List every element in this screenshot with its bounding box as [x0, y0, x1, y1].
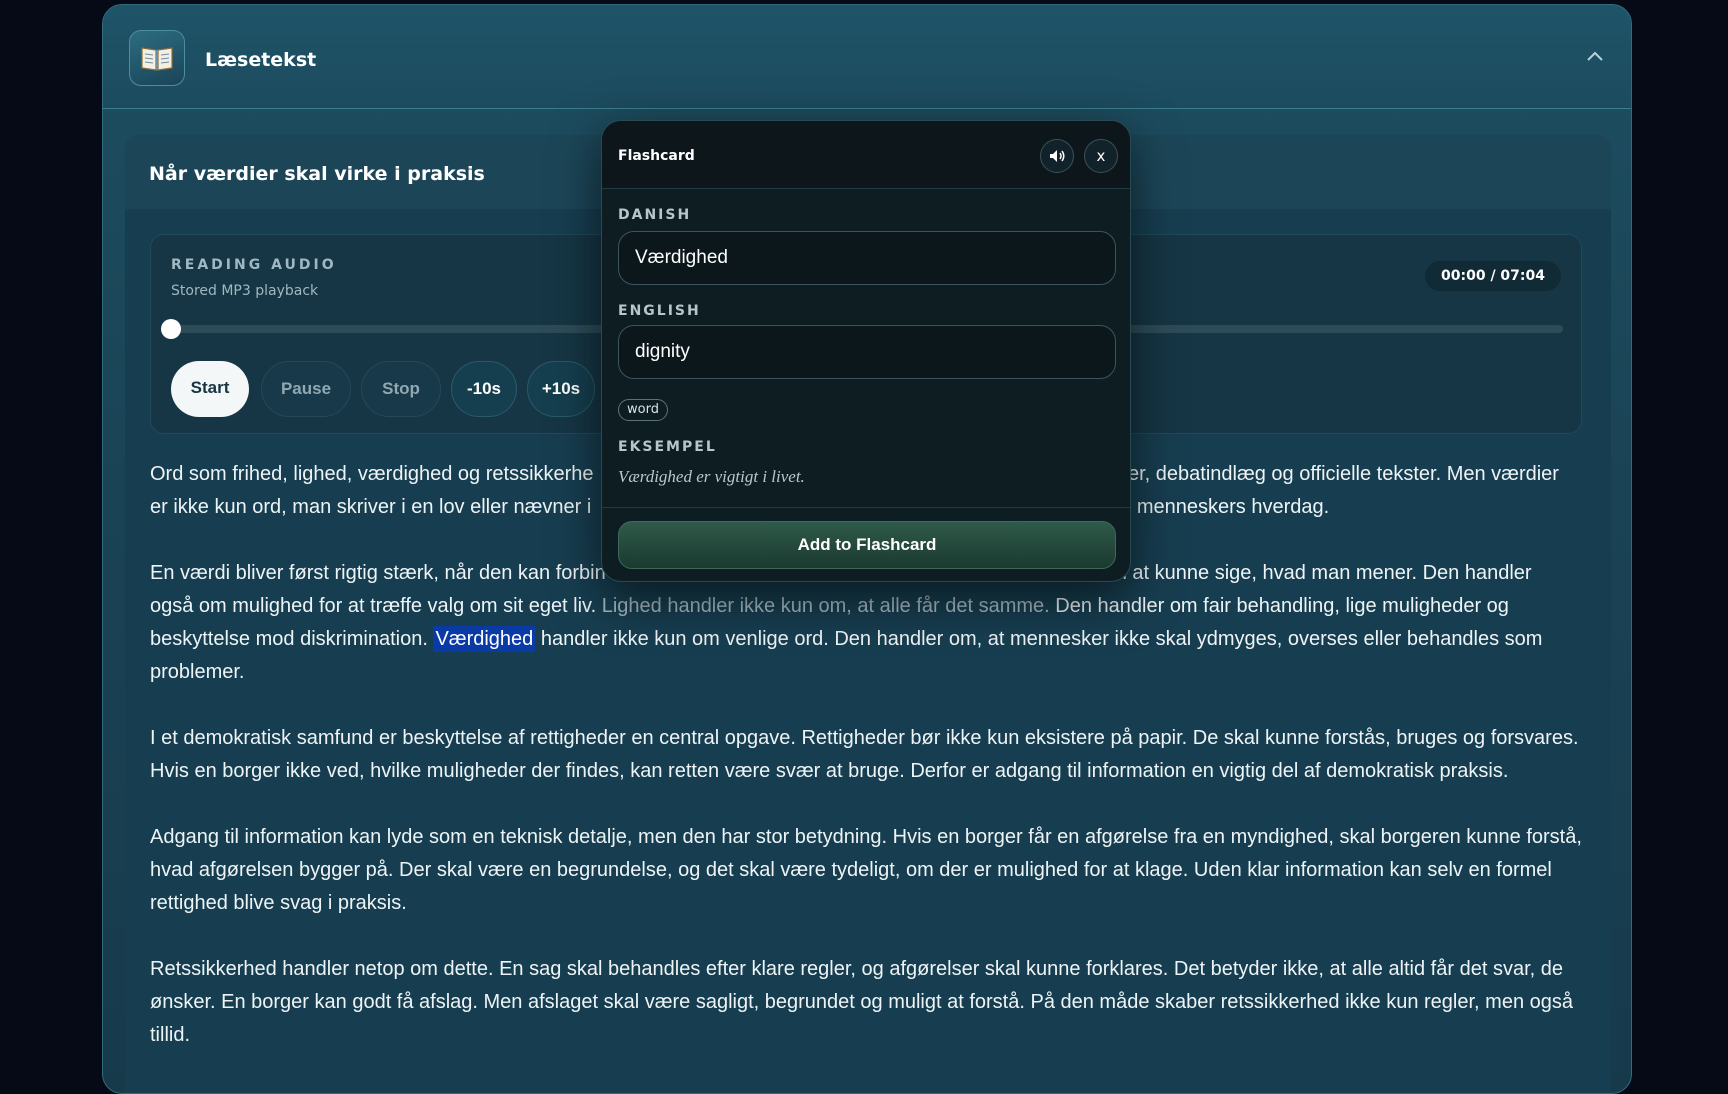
flashcard-modal: Flashcard x DANISH Værdighed ENGLISH dig…	[601, 120, 1131, 582]
example-sentence: Værdighed er vigtigt i livet.	[618, 467, 805, 486]
forward-10s-button[interactable]: +10s	[527, 361, 595, 417]
p2-dim-sentence: Lighed handler ikke kun om, at alle får …	[601, 595, 1050, 617]
danish-label: DANISH	[618, 207, 692, 223]
speaker-icon	[1050, 150, 1065, 162]
header-title: Læsetekst	[205, 49, 317, 71]
paragraph-5: Retssikkerhed handler netop om dette. En…	[150, 958, 1573, 1046]
open-book-icon	[129, 30, 185, 86]
word-type-badge: word	[618, 399, 668, 421]
audio-progress-thumb[interactable]	[161, 319, 181, 339]
p2-part-c: også om mulighed for at træffe valg om s…	[150, 595, 602, 617]
chevron-up-icon[interactable]	[1585, 47, 1605, 67]
flashcard-title: Flashcard	[618, 148, 695, 164]
stop-button[interactable]: Stop	[361, 361, 441, 417]
rewind-10s-button[interactable]: -10s	[451, 361, 517, 417]
paragraph-3: I et demokratisk samfund er beskyttelse …	[150, 727, 1579, 782]
english-field[interactable]: dignity	[618, 325, 1116, 379]
danish-field[interactable]: Værdighed	[618, 231, 1116, 285]
close-button[interactable]: x	[1084, 139, 1118, 173]
panel-header[interactable]: Læsetekst	[103, 5, 1631, 109]
flashcard-header: Flashcard x	[602, 121, 1130, 189]
card-title: Når værdier skal virke i praksis	[149, 163, 485, 185]
highlighted-word[interactable]: Værdighed	[433, 626, 536, 652]
start-button[interactable]: Start	[171, 361, 249, 417]
add-to-flashcard-button[interactable]: Add to Flashcard	[618, 521, 1116, 569]
modal-divider	[602, 507, 1130, 508]
audio-subtitle: Stored MP3 playback	[171, 283, 319, 299]
paragraph-4: Adgang til information kan lyde som en t…	[150, 826, 1582, 914]
time-display: 00:00 / 07:04	[1425, 261, 1561, 291]
speaker-button[interactable]	[1040, 139, 1074, 173]
p1-part-d: i menneskers hverdag.	[1121, 496, 1330, 518]
example-label: EKSEMPEL	[618, 439, 717, 455]
audio-label: READING AUDIO	[171, 257, 337, 273]
p1-part-c: er ikke kun ord, man skriver i en lov el…	[150, 496, 592, 518]
p1-part-a: Ord som frihed, lighed, værdighed og ret…	[150, 463, 594, 485]
pause-button[interactable]: Pause	[261, 361, 351, 417]
english-label: ENGLISH	[618, 303, 701, 319]
p1-part-b: ler, debatindlæg og officielle tekster. …	[1123, 463, 1559, 485]
p2-part-b: n at kunne sige, hvad man mener. Den han…	[1115, 562, 1532, 584]
p2-part-a: En værdi bliver først rigtig stærk, når …	[150, 562, 606, 584]
